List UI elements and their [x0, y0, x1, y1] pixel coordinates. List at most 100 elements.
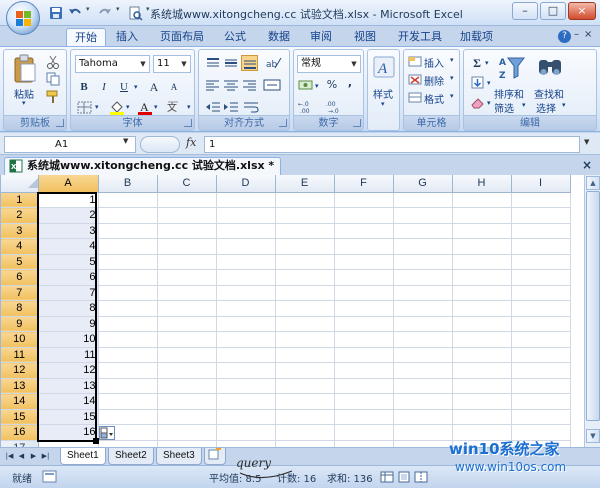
grow-font-button[interactable]: A	[145, 78, 163, 96]
cell-I7[interactable]	[511, 285, 571, 301]
cell-B12[interactable]	[98, 362, 158, 379]
cell-A13[interactable]: 13	[38, 378, 99, 394]
cell-F14[interactable]	[334, 393, 394, 410]
insert-function-button[interactable]: fx	[186, 136, 202, 152]
col-header[interactable]: E	[275, 175, 335, 193]
cut-icon[interactable]	[46, 55, 60, 69]
save-icon[interactable]	[48, 5, 64, 21]
cell-A16[interactable]: 16	[38, 424, 99, 441]
cell-H6[interactable]	[452, 269, 512, 286]
sort-filter-dropdown-icon[interactable]: ▾	[522, 101, 526, 109]
row-header[interactable]: 9	[1, 316, 39, 332]
cell-F2[interactable]	[334, 207, 394, 224]
cell-D5[interactable]	[216, 254, 276, 270]
insert-cells-label[interactable]: 插入	[424, 55, 444, 70]
cell-G16[interactable]	[393, 424, 453, 441]
last-sheet-icon[interactable]: ▶|	[40, 450, 51, 463]
row-header[interactable]: 7	[1, 285, 39, 301]
tab-formulas[interactable]: 公式	[216, 28, 254, 46]
cell-B13[interactable]	[98, 378, 158, 394]
wrap-text-icon[interactable]	[243, 100, 259, 114]
cell-B7[interactable]	[98, 285, 158, 301]
cell-B14[interactable]	[98, 393, 158, 410]
cell-C14[interactable]	[157, 393, 217, 410]
cell-G12[interactable]	[393, 362, 453, 379]
help-icon[interactable]: ?	[558, 30, 571, 43]
find-select-icon[interactable]	[536, 54, 566, 82]
phonetic-icon[interactable]: 文	[166, 100, 186, 115]
paste-dropdown-icon[interactable]: ▾	[22, 99, 26, 107]
cell-G8[interactable]	[393, 300, 453, 317]
align-top-icon[interactable]	[205, 56, 221, 70]
close-button[interactable]: ×	[568, 2, 596, 20]
cell-G6[interactable]	[393, 269, 453, 286]
col-header[interactable]: F	[334, 175, 394, 193]
cell-I8[interactable]	[511, 300, 571, 317]
row-header[interactable]: 8	[1, 300, 39, 317]
sheet-tab-sheet3[interactable]: Sheet3	[156, 448, 202, 465]
underline-dropdown-icon[interactable]: ▾	[134, 83, 138, 91]
worksheet-grid[interactable]: A B C D E F G H I 1 1 2 2 3 3 4 4 5 5 6 6 7 7 8 8 9 9 10 10…	[0, 175, 584, 447]
first-sheet-icon[interactable]: |◀	[4, 450, 15, 463]
page-break-view-icon[interactable]	[414, 471, 428, 483]
copy-icon[interactable]	[46, 72, 60, 86]
cell-I4[interactable]	[511, 238, 571, 255]
cell-C15[interactable]	[157, 409, 217, 425]
workbook-tab[interactable]: X 系统城www.xitongcheng.cc 试验文档.xlsx *	[4, 157, 282, 175]
cell-A15[interactable]: 15	[38, 409, 99, 425]
cell-A5[interactable]: 5	[38, 254, 99, 270]
cell-I3[interactable]	[511, 223, 571, 239]
row-header[interactable]: 4	[1, 238, 39, 255]
cell-A14[interactable]: 14	[38, 393, 99, 410]
row-header[interactable]: 1	[1, 192, 39, 208]
select-all-corner[interactable]	[1, 175, 39, 193]
sort-filter-label-2[interactable]: 筛选	[494, 100, 514, 115]
font-launcher-icon[interactable]	[184, 119, 192, 127]
tab-view[interactable]: 视图	[346, 28, 384, 46]
insert-cells-icon[interactable]	[408, 56, 424, 68]
italic-button[interactable]: I	[95, 78, 113, 96]
col-header[interactable]: D	[216, 175, 276, 193]
col-header[interactable]: C	[157, 175, 217, 193]
cell-G13[interactable]	[393, 378, 453, 394]
cell-F11[interactable]	[334, 347, 394, 363]
cell-D2[interactable]	[216, 207, 276, 224]
row-header[interactable]: 17	[1, 440, 39, 447]
cell-F16[interactable]	[334, 424, 394, 441]
cell-F17[interactable]	[334, 440, 394, 447]
cell-C6[interactable]	[157, 269, 217, 286]
cell-I5[interactable]	[511, 254, 571, 270]
cell-F7[interactable]	[334, 285, 394, 301]
row-header[interactable]: 10	[1, 331, 39, 348]
cell-E16[interactable]	[275, 424, 335, 441]
cell-F6[interactable]	[334, 269, 394, 286]
currency-dropdown-icon[interactable]: ▾	[315, 82, 319, 90]
cell-I2[interactable]	[511, 207, 571, 224]
cell-B4[interactable]	[98, 238, 158, 255]
insert-sheet-button[interactable]	[204, 448, 226, 465]
row-header[interactable]: 16	[1, 424, 39, 441]
comma-style-button[interactable]: ,	[341, 74, 359, 92]
cell-C12[interactable]	[157, 362, 217, 379]
undo-dropdown-icon[interactable]: ▾	[86, 5, 94, 21]
tab-page-layout[interactable]: 页面布局	[152, 28, 212, 46]
clear-icon[interactable]	[470, 96, 486, 110]
increase-decimal-icon[interactable]: ←.0.00	[298, 100, 322, 114]
cell-C3[interactable]	[157, 223, 217, 239]
cell-D9[interactable]	[216, 316, 276, 332]
bold-button[interactable]: B	[75, 78, 93, 96]
delete-cells-icon[interactable]	[408, 74, 424, 86]
cell-A2[interactable]: 2	[38, 207, 99, 224]
cell-H16[interactable]	[452, 424, 512, 441]
cell-G11[interactable]	[393, 347, 453, 363]
cell-H3[interactable]	[452, 223, 512, 239]
autosum-dropdown-icon[interactable]: ▾	[485, 59, 489, 67]
cell-H2[interactable]	[452, 207, 512, 224]
cell-A3[interactable]: 3	[38, 223, 99, 239]
cell-E15[interactable]	[275, 409, 335, 425]
scroll-down-icon[interactable]: ▼	[586, 429, 600, 443]
office-button[interactable]	[6, 1, 40, 35]
cell-G14[interactable]	[393, 393, 453, 410]
sort-filter-icon[interactable]: AZ	[498, 54, 526, 82]
col-header[interactable]: B	[98, 175, 158, 193]
